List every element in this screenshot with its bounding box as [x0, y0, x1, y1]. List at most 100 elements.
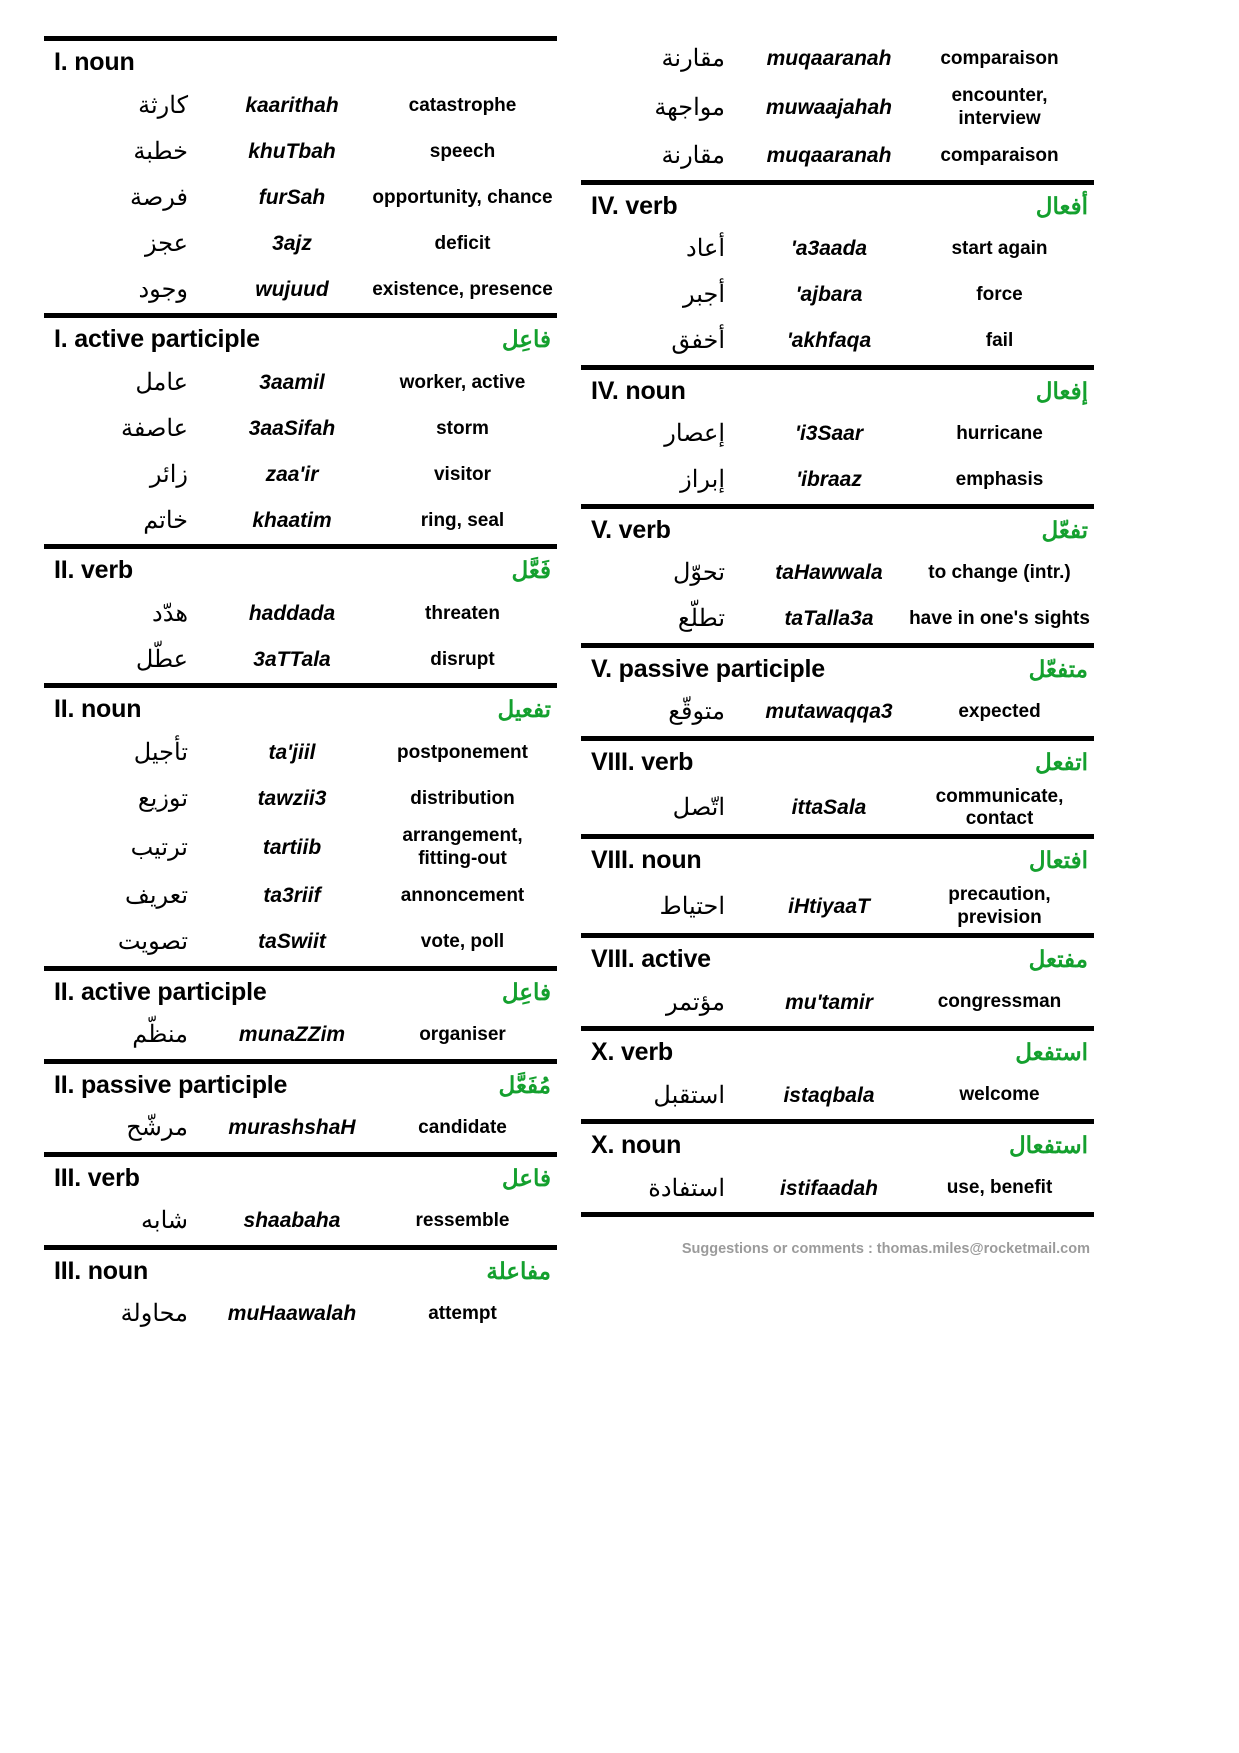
section-rows: متوقّع mutawaqqa3 expected	[581, 690, 1094, 736]
left-column: I. noun كارثة kaarithah catastrophe خطبة khuT…	[44, 36, 557, 1338]
transliteration: kaarithah	[245, 93, 339, 117]
section-pattern-label: إفعال	[1035, 377, 1088, 404]
section-title: II. verb	[54, 556, 133, 584]
transliteration: taTalla3a	[784, 607, 874, 631]
transliteration: 'ajbara	[795, 283, 863, 307]
form-section: X. noun استفعال استفادة istifaadah use, bene…	[581, 1118, 1094, 1212]
form-section: II. active participle فاعِل منظّم munaZZim o…	[44, 965, 557, 1059]
arabic-word: تحوّل	[672, 559, 725, 587]
transliteration: muwaajahah	[765, 95, 893, 119]
section-rows: مؤتمر mu'tamir congressman	[581, 980, 1094, 1026]
arabic-word: منظّم	[132, 1021, 188, 1049]
arabic-word: عطّل	[135, 645, 188, 673]
footer-contact: Suggestions or comments : thomas.miles@r…	[681, 1240, 1090, 1257]
section-header: III. noun مفاعلة	[44, 1252, 557, 1292]
vocab-row: زائر zaa'ir visitor	[44, 452, 557, 498]
section-rows: أعاد 'a3aada start again أجبر 'ajbara force أخ…	[581, 227, 1094, 365]
section-rows: هدّد haddada threaten عطّل 3aTTala disrupt	[44, 591, 557, 683]
transliteration: wujuud	[255, 277, 329, 301]
transliteration: haddada	[248, 601, 336, 625]
transliteration: mutawaqqa3	[765, 700, 893, 724]
section-title: V. verb	[591, 515, 671, 544]
vocab-row: أعاد 'a3aada start again	[581, 227, 1094, 273]
translation: encounter, interview	[951, 85, 1048, 129]
translation: welcome	[959, 1084, 1040, 1106]
section-header: I. noun	[44, 43, 557, 83]
arabic-word: خطبة	[133, 137, 188, 165]
translation: vote, poll	[420, 931, 505, 953]
vocab-row: احتياط iHtiyaaT precaution, prevision	[581, 881, 1094, 933]
translation: organiser	[419, 1024, 506, 1046]
translation: to change (intr.)	[928, 562, 1071, 584]
vocab-row: ترتيب tartiib arrangement, fitting-out	[44, 822, 557, 874]
section-pattern-label: متفعّل	[1028, 655, 1088, 682]
section-pattern-label: مفتعل	[1028, 945, 1088, 972]
section-title: VIII. verb	[591, 747, 694, 776]
translation: speech	[429, 140, 496, 162]
translation: comparaison	[940, 145, 1059, 167]
vocab-row: عامل 3aamil worker, active	[44, 360, 557, 406]
section-title: II. passive participle	[54, 1070, 288, 1099]
vocab-row: عجز 3ajz deficit	[44, 221, 557, 267]
transliteration: 3aTTala	[253, 647, 331, 671]
arabic-word: مرشّح	[126, 1114, 188, 1142]
form-section: III. noun مفاعلة محاولة muHaawalah attempt	[44, 1244, 557, 1338]
vocab-row: تعريف ta3riif annoncement	[44, 874, 557, 920]
vocab-row: تأجيل ta'jiil postponement	[44, 730, 557, 776]
vocab-row: أجبر 'ajbara force	[581, 273, 1094, 319]
transliteration: muqaaranah	[766, 144, 892, 168]
section-header: VIII. verb اتفعل	[581, 743, 1094, 783]
transliteration: furSah	[258, 185, 326, 209]
vocab-row: تصويت taSwiit vote, poll	[44, 920, 557, 966]
translation: have in one's sights	[909, 608, 1090, 630]
translation: storm	[436, 417, 489, 439]
transliteration: ta'jiil	[268, 740, 316, 764]
section-rows: اتّصل ittaSala communicate, contact	[581, 783, 1094, 835]
vocab-row: استقبل istaqbala welcome	[581, 1073, 1094, 1119]
arabic-word: أجبر	[683, 281, 725, 309]
form-section: II. verb فَعَّل هدّد haddada threaten عطّل 3aT…	[44, 544, 557, 683]
section-header: X. verb استفعل	[581, 1033, 1094, 1073]
vocab-row: وجود wujuud existence, presence	[44, 267, 557, 313]
arabic-word: تعريف	[124, 882, 188, 910]
vocab-row: توزيع tawzii3 distribution	[44, 776, 557, 822]
arabic-word: مؤتمر	[665, 988, 725, 1016]
section-pattern-label: تفعّل	[1041, 516, 1088, 543]
form-section: I. active participle فاعِل عامل 3aamil worke…	[44, 313, 557, 544]
section-pattern-label: فاعل	[501, 1164, 551, 1191]
transliteration: iHtiyaaT	[788, 894, 870, 918]
vocab-row: متوقّع mutawaqqa3 expected	[581, 690, 1094, 736]
transliteration: murashshaH	[228, 1116, 356, 1140]
translation: expected	[958, 701, 1041, 723]
translation: opportunity, chance	[372, 186, 553, 208]
transliteration: shaabaha	[243, 1209, 341, 1233]
arabic-word: زائر	[149, 460, 188, 488]
section-rows: عامل 3aamil worker, active عاصفة 3aaSifah sto…	[44, 360, 557, 544]
arabic-word: وجود	[138, 275, 188, 303]
arabic-word: هدّد	[152, 599, 188, 627]
translation: communicate, contact	[935, 785, 1064, 830]
translation: comparaison	[940, 47, 1059, 69]
translation: ring, seal	[420, 509, 505, 531]
transliteration: munaZZim	[238, 1023, 346, 1047]
section-header: II. passive participle مُفَعَّل	[44, 1066, 557, 1106]
continued-rows-from-left-column: مقارنة muqaaranah comparaison مواجهة muwaaja…	[581, 36, 1094, 180]
vocab-row: عاصفة 3aaSifah storm	[44, 406, 557, 452]
section-header: II. noun تفعيل	[44, 690, 557, 730]
vocab-row: مرشّح murashshaH candidate	[44, 1106, 557, 1152]
arabic-word: ترتيب	[130, 833, 188, 861]
transliteration: khaatim	[252, 508, 332, 532]
form-section: X. verb استفعل استقبل istaqbala welcome	[581, 1025, 1094, 1119]
translation: fail	[985, 330, 1014, 352]
translation: distribution	[410, 787, 515, 809]
transliteration: istaqbala	[783, 1083, 875, 1107]
vocab-row: كارثة kaarithah catastrophe	[44, 83, 557, 129]
section-rows: احتياط iHtiyaaT precaution, prevision	[581, 881, 1094, 933]
translation: congressman	[937, 991, 1062, 1013]
translation: hurricane	[956, 423, 1043, 445]
section-rows: شابه shaabaha ressemble	[44, 1199, 557, 1245]
form-section: II. noun تفعيل تأجيل ta'jiil postponement توز…	[44, 683, 557, 966]
transliteration: khuTbah	[248, 139, 336, 163]
section-title: X. verb	[591, 1037, 673, 1066]
arabic-word: مواجهة	[654, 93, 725, 121]
